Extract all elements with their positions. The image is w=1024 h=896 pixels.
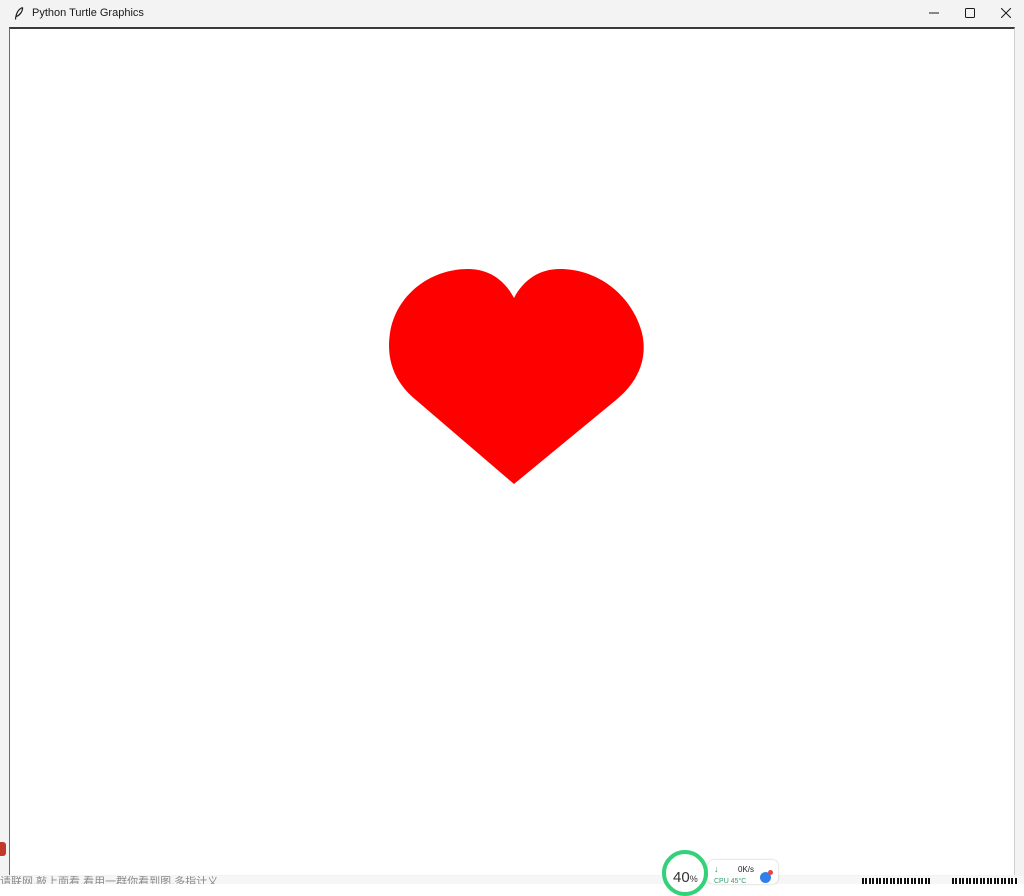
window-controls <box>916 0 1024 26</box>
notification-dot <box>768 870 773 875</box>
net-speed: 0K/s <box>738 865 755 874</box>
minimize-icon <box>929 12 939 14</box>
window-title: Python Turtle Graphics <box>32 7 144 19</box>
perf-panel: ↓ 0K/s CPU 45°C <box>708 860 778 885</box>
feather-icon <box>12 6 26 20</box>
taskbar-qr-1 <box>862 878 930 884</box>
maximize-button[interactable] <box>952 0 988 26</box>
minimize-button[interactable] <box>916 0 952 26</box>
title-bar[interactable]: Python Turtle Graphics <box>0 0 1024 26</box>
turtle-canvas[interactable] <box>9 27 1015 875</box>
close-button[interactable] <box>988 0 1024 26</box>
close-icon <box>1001 8 1011 18</box>
turtle-window: Python Turtle Graphics 请联网,敲上面看,看用一群你看到图… <box>0 0 1024 896</box>
download-arrow-icon: ↓ <box>714 864 719 874</box>
performance-widget[interactable]: ↓ 0K/s CPU 45°C 40% <box>662 850 780 896</box>
memory-percent: 40% <box>673 869 698 886</box>
taskbar-app-icon[interactable] <box>0 842 6 856</box>
maximize-icon <box>965 8 975 18</box>
taskbar-partial-text: 请联网,敲上面看,看用一群你看到图,多指计义 <box>0 876 219 884</box>
taskbar-qr-2 <box>952 878 1018 884</box>
heart-shape <box>389 269 644 484</box>
